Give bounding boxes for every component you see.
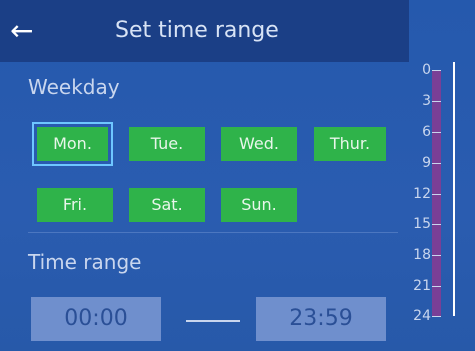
tick-mark — [432, 132, 441, 133]
tick-label: 3 — [422, 93, 431, 109]
tick-label: 18 — [413, 247, 431, 263]
tick-label: 15 — [413, 216, 431, 232]
header-bar: ← Set time range — [0, 0, 409, 62]
tick-label: 6 — [422, 124, 431, 140]
tick-mark — [432, 286, 441, 287]
start-time-field[interactable]: 00:00 — [31, 297, 161, 341]
tick-mark — [432, 255, 441, 256]
weekday-label: Weekday — [28, 75, 120, 99]
page-title: Set time range — [115, 18, 279, 43]
tick-mark — [432, 224, 441, 225]
tick-label: 12 — [413, 186, 431, 202]
day-button-wed[interactable]: Wed. — [221, 127, 297, 161]
tick-mark — [432, 316, 441, 317]
day-button-fri[interactable]: Fri. — [37, 188, 113, 222]
day-button-tue[interactable]: Tue. — [129, 127, 205, 161]
time-range-label: Time range — [28, 250, 142, 274]
day-button-sun[interactable]: Sun. — [221, 188, 297, 222]
day-button-mon[interactable]: Mon. — [32, 122, 113, 166]
tick-mark — [432, 101, 441, 102]
time-scale: 0 3 6 9 12 15 18 21 24 — [409, 62, 475, 351]
end-time-field[interactable]: 23:59 — [256, 297, 386, 341]
screen: ← Set time range Weekday Mon. Tue. Wed. … — [0, 0, 475, 351]
tick-mark — [432, 70, 441, 71]
day-button-thur[interactable]: Thur. — [314, 127, 386, 161]
scale-track[interactable] — [453, 62, 455, 316]
time-range-bar — [432, 70, 441, 316]
tick-label: 24 — [413, 308, 431, 324]
range-dash — [186, 320, 240, 322]
day-button-sat[interactable]: Sat. — [129, 188, 205, 222]
tick-label: 21 — [413, 278, 431, 294]
tick-mark — [432, 163, 441, 164]
section-divider — [28, 232, 398, 233]
arrow-left-icon[interactable]: ← — [10, 14, 44, 48]
tick-mark — [432, 194, 441, 195]
tick-label: 9 — [422, 155, 431, 171]
tick-label: 0 — [422, 62, 431, 78]
